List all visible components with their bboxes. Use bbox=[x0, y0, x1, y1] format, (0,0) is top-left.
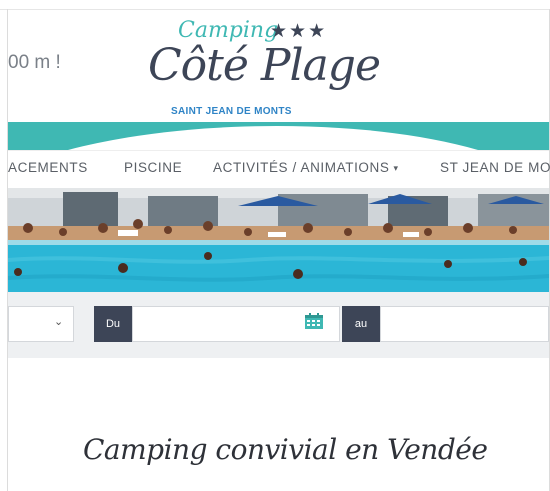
header-wave-decoration bbox=[8, 122, 549, 150]
nav-item-emplacements[interactable]: ACEMENTS bbox=[8, 160, 88, 175]
chevron-down-icon: ⌄ bbox=[54, 316, 64, 328]
chevron-down-icon: ▾ bbox=[393, 163, 399, 173]
logo-name: Côté Plage bbox=[148, 40, 381, 91]
header-tagline: 00 m ! bbox=[8, 52, 61, 73]
nav-item-st-jean[interactable]: ST JEAN DE MO bbox=[440, 160, 550, 175]
accommodation-select[interactable]: ⌄ bbox=[8, 306, 74, 342]
date-to-label: au bbox=[342, 306, 380, 342]
browser-frame-top bbox=[0, 0, 550, 10]
nav-item-piscine[interactable]: PISCINE bbox=[124, 160, 182, 175]
calendar-icon[interactable] bbox=[305, 313, 323, 329]
intro-section: Camping convivial en Vendée bbox=[8, 358, 549, 491]
hero-pool-photo bbox=[8, 188, 549, 292]
date-from-label: Du bbox=[94, 306, 132, 342]
page-headline: Camping convivial en Vendée bbox=[83, 433, 488, 466]
nav-item-activites[interactable]: ACTIVITÉS / ANIMATIONS ▾ bbox=[213, 160, 399, 175]
availability-search-bar: ⌄ Du au bbox=[8, 292, 549, 358]
main-navigation: ACEMENTS PISCINE ACTIVITÉS / ANIMATIONS ▾… bbox=[8, 150, 550, 189]
date-to-input[interactable] bbox=[380, 306, 549, 342]
